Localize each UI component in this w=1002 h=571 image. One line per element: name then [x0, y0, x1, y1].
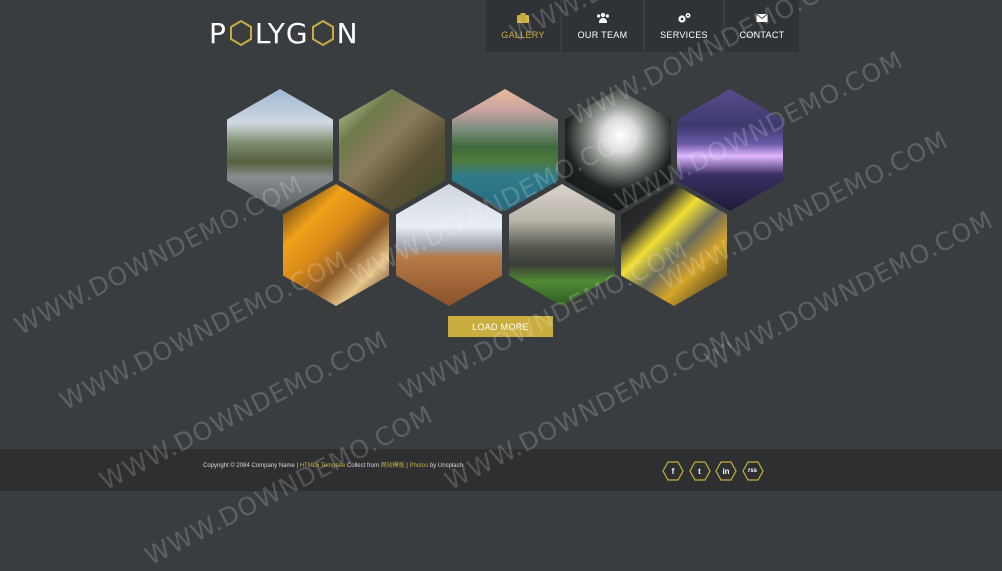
- gallery-item-lake-forest[interactable]: [452, 89, 558, 211]
- site-template-link[interactable]: 网站模板: [381, 463, 405, 469]
- copyright-prefix: Copyright © 2084 Company Name |: [203, 463, 300, 469]
- linkedin-icon: in: [722, 466, 730, 476]
- twitter-icon: t: [698, 466, 701, 476]
- gallery-item-autumn-leaves[interactable]: [283, 184, 389, 306]
- twitter-button[interactable]: t: [688, 460, 711, 482]
- social-links: f t in rss: [662, 460, 768, 482]
- footer: Copyright © 2084 Company Name | HTML5 Te…: [0, 449, 1002, 491]
- linkedin-button[interactable]: in: [715, 460, 737, 482]
- gallery-item-desk-glasses[interactable]: [396, 184, 502, 306]
- html5-template-link[interactable]: HTML5 Template: [300, 463, 346, 469]
- facebook-icon: f: [671, 466, 675, 476]
- rss-icon: rss: [747, 468, 757, 474]
- gallery-item-dandelion[interactable]: [565, 89, 671, 211]
- gallery-item-mountain-road[interactable]: [227, 89, 333, 211]
- gallery-item-forest-rocks[interactable]: [339, 89, 445, 211]
- gallery-item-tea-press[interactable]: [621, 184, 727, 306]
- facebook-button[interactable]: f: [662, 460, 684, 482]
- collect-from-text: Collect from: [345, 463, 381, 469]
- photos-link[interactable]: Photos: [410, 463, 429, 469]
- hexagon-gallery: [0, 0, 1002, 320]
- rss-button[interactable]: rss: [741, 460, 764, 482]
- by-unsplash-text: by Unsplash: [428, 463, 463, 469]
- gallery-item-rocks-grass[interactable]: [509, 184, 615, 306]
- copyright-text: Copyright © 2084 Company Name | HTML5 Te…: [203, 460, 463, 469]
- gallery-item-city-bridge-night[interactable]: [677, 89, 783, 211]
- load-more-button[interactable]: LOAD MORE: [448, 316, 553, 337]
